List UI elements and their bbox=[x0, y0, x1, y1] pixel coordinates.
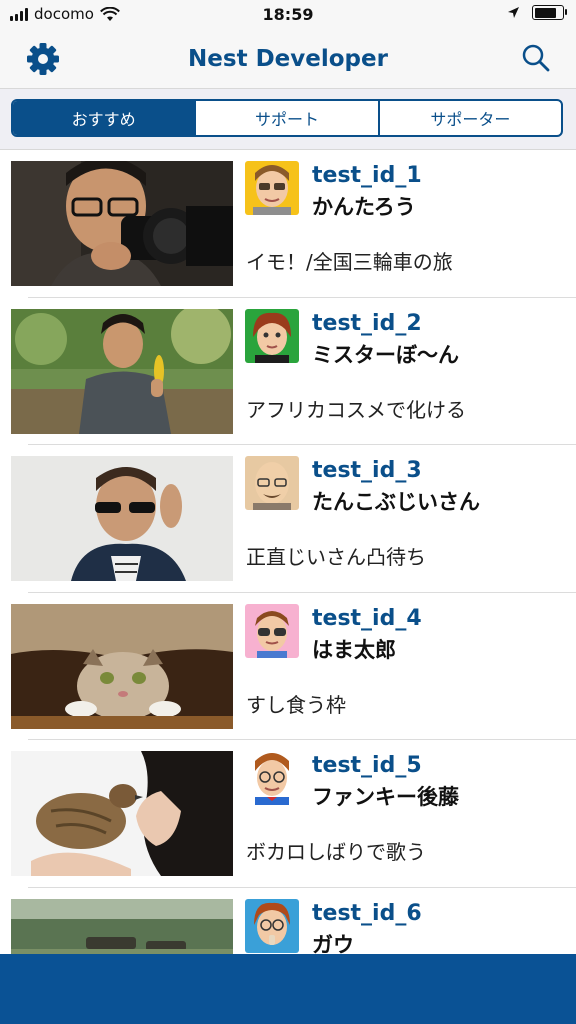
bottom-bar bbox=[0, 954, 576, 1024]
avatar bbox=[245, 456, 299, 511]
tab-recommended[interactable]: おすすめ bbox=[13, 101, 195, 135]
thumbnail-image bbox=[11, 898, 233, 954]
user-id: test_id_6 bbox=[312, 900, 422, 926]
list-item[interactable]: test_id_5 ファンキー後藤 ボカロしばりで歌う bbox=[0, 740, 576, 888]
user-id: test_id_3 bbox=[312, 458, 422, 484]
tab-supporter[interactable]: サポーター bbox=[377, 101, 561, 135]
stream-description: イモ！/全国三輪車の旅 bbox=[246, 250, 453, 274]
thumbnail-image bbox=[11, 456, 233, 582]
list-item[interactable]: test_id_4 はま太郎 すし食う枠 bbox=[0, 593, 576, 741]
list-item[interactable]: test_id_1 かんたろう イモ！/全国三輪車の旅 bbox=[0, 150, 576, 298]
stream-list: test_id_1 かんたろう イモ！/全国三輪車の旅 test_id_2 ミス… bbox=[0, 150, 576, 954]
stream-description: ボカロしばりで歌う bbox=[246, 840, 426, 865]
avatar bbox=[245, 751, 299, 806]
user-name: ガウ bbox=[312, 932, 354, 954]
stream-description: 正直じいさん凸待ち bbox=[246, 545, 426, 570]
user-name: ミスターぼ〜ん bbox=[312, 342, 459, 367]
avatar bbox=[245, 308, 299, 363]
segmented-control: おすすめ サポート サポーター bbox=[11, 99, 563, 137]
thumbnail-image bbox=[11, 603, 233, 729]
user-id: test_id_1 bbox=[312, 163, 422, 188]
page-title: Nest Developer bbox=[188, 46, 388, 72]
list-item[interactable]: test_id_6 ガウ bbox=[0, 888, 576, 954]
battery-icon bbox=[532, 5, 567, 20]
list-item[interactable]: test_id_3 たんこぶじいさん 正直じいさん凸待ち bbox=[0, 445, 576, 593]
list-item[interactable]: test_id_2 ミスターぼ〜ん アフリカコスメで化ける bbox=[0, 298, 576, 446]
avatar bbox=[245, 603, 299, 658]
user-name: はま太郎 bbox=[312, 637, 396, 662]
stream-description: アフリカコスメで化ける bbox=[246, 397, 466, 422]
user-id: test_id_5 bbox=[312, 753, 422, 779]
user-name: ファンキー後藤 bbox=[312, 785, 459, 810]
user-id: test_id_4 bbox=[312, 605, 422, 631]
status-bar: docomo 18:59 bbox=[0, 0, 576, 30]
thumbnail-image bbox=[11, 751, 233, 877]
thumbnail-image bbox=[11, 161, 233, 286]
status-time: 18:59 bbox=[262, 5, 314, 24]
tab-support[interactable]: サポート bbox=[194, 101, 377, 135]
navigation-bar: Nest Developer bbox=[0, 30, 576, 89]
avatar bbox=[245, 898, 299, 953]
user-name: かんたろう bbox=[312, 195, 416, 219]
avatar bbox=[245, 161, 299, 215]
location-arrow-icon bbox=[508, 7, 519, 18]
status-right bbox=[507, 5, 567, 20]
stream-description: すし食う枠 bbox=[246, 692, 346, 717]
user-name: たんこぶじいさん bbox=[312, 490, 480, 515]
thumbnail-image bbox=[11, 308, 233, 434]
segmented-control-bar: おすすめ サポート サポーター bbox=[0, 89, 576, 150]
search-icon[interactable] bbox=[520, 42, 552, 74]
user-id: test_id_2 bbox=[312, 310, 422, 336]
